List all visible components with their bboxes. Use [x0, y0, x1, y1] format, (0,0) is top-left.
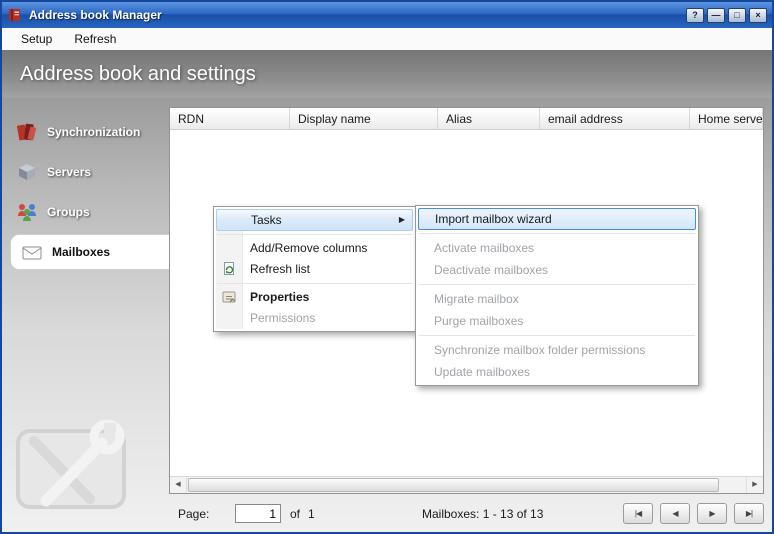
prev-page-button[interactable]: ◀ — [660, 503, 690, 524]
scrollbar-thumb[interactable] — [188, 478, 719, 492]
menu-item-label: Permissions — [250, 311, 315, 325]
menu-item-label: Deactivate mailboxes — [434, 263, 548, 277]
menu-item-label: Properties — [250, 290, 309, 304]
maximize-button[interactable]: □ — [728, 8, 746, 23]
submenu-item-update-mailboxes[interactable]: Update mailboxes — [418, 361, 696, 383]
menu-refresh[interactable]: Refresh — [63, 29, 127, 49]
menu-item-label: Refresh list — [250, 262, 310, 276]
pagination-nav: |◀ ◀ ▶ ▶| — [623, 503, 764, 524]
window-controls: ? — □ × — [686, 8, 767, 23]
table-header: RDN Display name Alias email address Hom… — [170, 108, 763, 130]
submenu-item-activate-mailboxes[interactable]: Activate mailboxes — [418, 237, 696, 259]
close-button[interactable]: × — [749, 8, 767, 23]
submenu-item-migrate-mailbox[interactable]: Migrate mailbox — [418, 288, 696, 310]
last-page-button[interactable]: ▶| — [734, 503, 764, 524]
page-title: Address book and settings — [20, 63, 256, 86]
submenu-item-deactivate-mailboxes[interactable]: Deactivate mailboxes — [418, 259, 696, 281]
sidebar-item-label: Servers — [47, 165, 91, 179]
sidebar-item-groups[interactable]: Groups — [2, 194, 169, 230]
tasks-submenu: Import mailbox wizard Activate mailboxes… — [415, 205, 699, 386]
menu-separator — [419, 233, 695, 234]
menu-separator — [419, 284, 695, 285]
scroll-left-arrow-icon[interactable]: ◀ — [170, 477, 187, 493]
address-book-manager-window: Address book Manager ? — □ × Setup Refre… — [0, 0, 774, 534]
sidebar-item-mailboxes[interactable]: Mailboxes — [10, 234, 170, 270]
menu-item-label: Import mailbox wizard — [435, 212, 552, 226]
sidebar-item-label: Mailboxes — [52, 245, 110, 259]
sync-books-icon — [16, 121, 38, 143]
page-label: Page: — [178, 507, 209, 521]
sidebar-item-label: Groups — [47, 205, 90, 219]
menu-separator — [217, 234, 412, 235]
properties-icon — [221, 289, 237, 305]
first-page-button[interactable]: |◀ — [623, 503, 653, 524]
sidebar-item-servers[interactable]: Servers — [2, 154, 169, 190]
menu-item-properties[interactable]: Properties — [216, 287, 413, 308]
minimize-button[interactable]: — — [707, 8, 725, 23]
horizontal-scrollbar[interactable]: ◀ ▶ — [170, 476, 763, 493]
scroll-right-arrow-icon[interactable]: ▶ — [746, 477, 763, 493]
submenu-item-import-mailbox-wizard[interactable]: Import mailbox wizard — [418, 208, 696, 230]
menu-item-label: Update mailboxes — [434, 365, 530, 379]
of-label: of — [290, 507, 300, 521]
page-number-input[interactable] — [235, 504, 281, 523]
menu-item-label: Synchronize mailbox folder permissions — [434, 343, 645, 357]
context-menu: Tasks ▶ Add/Remove columns Refresh list … — [213, 206, 416, 332]
total-pages: 1 — [308, 507, 315, 521]
window-title: Address book Manager — [29, 8, 680, 22]
column-header-alias[interactable]: Alias — [438, 108, 540, 129]
app-icon — [7, 7, 23, 23]
server-box-icon — [16, 161, 38, 183]
menu-item-tasks[interactable]: Tasks ▶ — [216, 209, 413, 231]
sidebar-item-label: Synchronization — [47, 125, 140, 139]
column-header-home-server[interactable]: Home server — [690, 108, 763, 129]
column-header-rdn[interactable]: RDN — [170, 108, 290, 129]
next-page-button[interactable]: ▶ — [697, 503, 727, 524]
submenu-item-purge-mailboxes[interactable]: Purge mailboxes — [418, 310, 696, 332]
refresh-list-icon — [221, 261, 237, 277]
menu-item-permissions[interactable]: Permissions — [216, 308, 413, 329]
menu-item-refresh-list[interactable]: Refresh list — [216, 259, 413, 280]
page-header: Address book and settings — [2, 50, 772, 98]
mailboxes-count-status: Mailboxes: 1 - 13 of 13 — [422, 507, 543, 521]
pagination-bar: Page: of 1 Mailboxes: 1 - 13 of 13 |◀ ◀ … — [2, 496, 772, 532]
groups-people-icon — [16, 201, 38, 223]
help-button[interactable]: ? — [686, 8, 704, 23]
menu-separator — [419, 335, 695, 336]
column-header-email-address[interactable]: email address — [540, 108, 690, 129]
menu-item-add-remove-columns[interactable]: Add/Remove columns — [216, 238, 413, 259]
titlebar: Address book Manager ? — □ × — [2, 2, 772, 28]
submenu-arrow-icon: ▶ — [399, 210, 405, 230]
menu-separator — [217, 283, 412, 284]
menu-item-label: Purge mailboxes — [434, 314, 523, 328]
column-header-display-name[interactable]: Display name — [290, 108, 438, 129]
menu-setup[interactable]: Setup — [10, 29, 63, 49]
envelope-icon — [21, 241, 43, 263]
submenu-item-synchronize-mailbox-folder-permissions[interactable]: Synchronize mailbox folder permissions — [418, 339, 696, 361]
menu-item-label: Add/Remove columns — [250, 241, 367, 255]
menu-item-label: Activate mailboxes — [434, 241, 534, 255]
sidebar-item-synchronization[interactable]: Synchronization — [2, 114, 169, 150]
menu-item-label: Tasks — [251, 213, 282, 227]
menu-item-label: Migrate mailbox — [434, 292, 519, 306]
menubar: Setup Refresh — [2, 28, 772, 50]
